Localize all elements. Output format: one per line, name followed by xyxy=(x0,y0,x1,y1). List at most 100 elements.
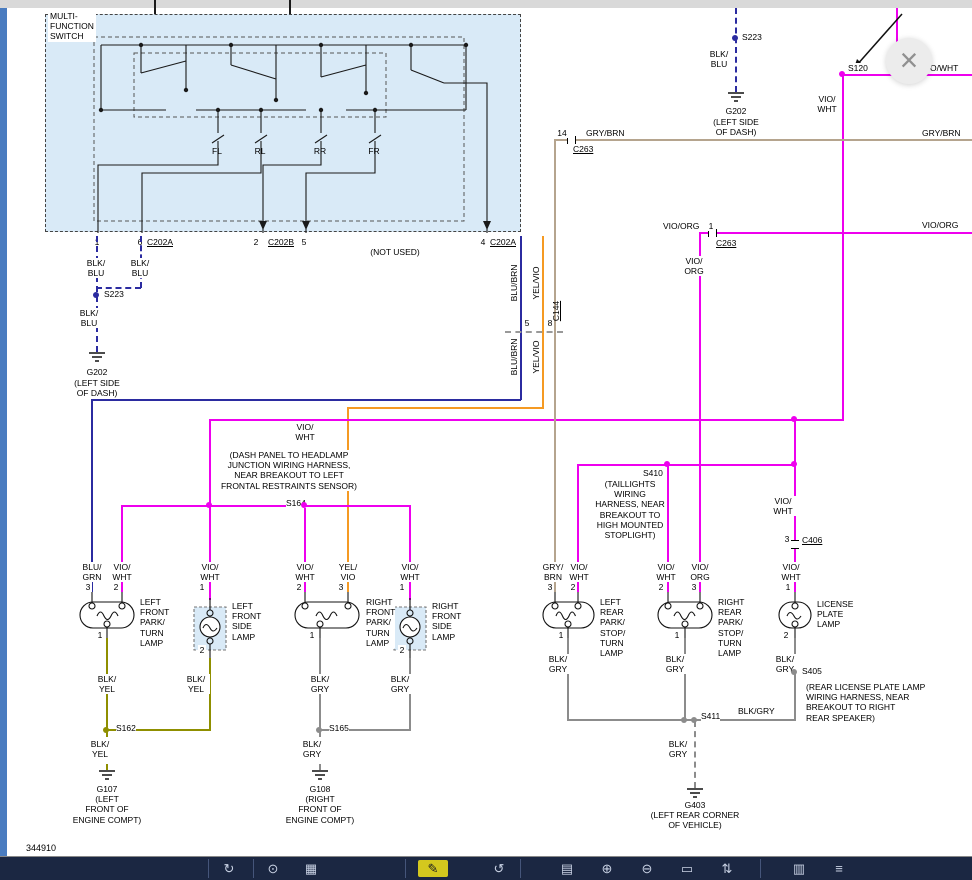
lamp-name-right-front-park-turn: RIGHT FRONT PARK/ TURN LAMP xyxy=(366,597,395,648)
rotate-icon[interactable]: ↺ xyxy=(488,860,510,877)
wire-label-blkgry-h: BLK/GRY xyxy=(738,706,775,716)
junction-dot xyxy=(681,717,687,723)
ground-label-g202: G202 xyxy=(77,367,117,377)
wire-label-viowht: VIO/ WHT xyxy=(653,562,679,582)
lamp-name-right-rear: RIGHT REAR PARK/ STOP/ TURN LAMP xyxy=(718,597,744,658)
wire-label-vioorg-down: VIO/ ORG xyxy=(681,256,707,276)
splice-dot-s165 xyxy=(316,727,322,733)
splice-dot-s120 xyxy=(839,71,845,77)
connector-c144: C144 xyxy=(551,289,561,333)
connector-c202a: C202A xyxy=(147,237,173,247)
wire-grybrn-h-b xyxy=(576,139,972,141)
splice-label-s223-right: S223 xyxy=(742,32,762,42)
doc-number: 344910 xyxy=(26,843,56,853)
connector-c263-a: C263 xyxy=(573,144,593,154)
wire-label-blkyel: BLK/ YEL xyxy=(182,674,210,694)
zoom-out-icon[interactable]: ⊖ xyxy=(636,860,658,877)
switch-top-stub xyxy=(154,0,156,14)
lamp-pin: 2 xyxy=(569,582,577,592)
close-button[interactable]: × xyxy=(886,38,932,84)
lamp-left-front-park-turn xyxy=(77,592,137,638)
splice-label-s162: S162 xyxy=(116,723,136,733)
pin-3-c406: 3 xyxy=(783,534,791,544)
wire-label-blkblu: BLK/ BLU xyxy=(83,258,109,278)
lamp-pin: 1 xyxy=(398,582,406,592)
wire-viowht-main-v xyxy=(842,74,844,420)
wire-label-viowht: VIO/ WHT xyxy=(814,94,840,114)
splice-label-s165: S165 xyxy=(329,723,349,733)
wire-label-grybrn: GRY/ BRN xyxy=(540,562,566,582)
wire-label-blkblu: BLK/ BLU xyxy=(706,49,732,69)
ground-label-g107: G107 (LEFT FRONT OF ENGINE COMPT) xyxy=(57,784,157,825)
connector-c263-tick xyxy=(575,136,576,144)
connector-c202a-2: C202A xyxy=(490,237,516,247)
ground-location-g202: (LEFT SIDE OF DASH) xyxy=(67,378,127,398)
wire-label-yelvio: YEL/VIO xyxy=(531,335,541,379)
refresh-icon[interactable]: ↻ xyxy=(218,860,240,877)
pin-2: 2 xyxy=(251,237,261,247)
wire-label-yelvio: YEL/ VIO xyxy=(334,562,362,582)
menu-icon[interactable]: ≡ xyxy=(828,860,850,877)
wire-label-vioorg: VIO/ ORG xyxy=(687,562,713,582)
wire-label-vioorg: VIO/ORG xyxy=(663,221,699,231)
scroll-icon[interactable]: ⇅ xyxy=(716,860,738,877)
crop-icon[interactable]: ▦ xyxy=(300,860,322,877)
wire-viowht-s164-drop xyxy=(209,419,211,507)
splice-label-s410: S410 xyxy=(643,468,663,478)
wire-blkyel-lfside xyxy=(209,658,211,731)
lamp-name-left-front-side: LEFT FRONT SIDE LAMP xyxy=(232,601,261,642)
contact-label-fl: FL xyxy=(207,146,227,156)
ground-symbol-g202-right xyxy=(725,92,747,106)
pin-1-c263: 1 xyxy=(707,221,715,231)
lamp-pin: 2 xyxy=(295,582,303,592)
connector-c406-tick xyxy=(791,540,799,541)
splice-dot-s223-left xyxy=(93,292,99,298)
lamp-right-front-park-turn xyxy=(292,592,362,638)
wire-label-grybrn-edge: GRY/BRN xyxy=(922,128,961,138)
pages-icon[interactable]: ▥ xyxy=(788,860,810,877)
lamp-left-rear-park-stop-turn xyxy=(541,592,596,638)
switch-top-stub xyxy=(289,0,291,14)
wire-grybrn-h-a xyxy=(554,139,568,141)
lamp-pin: 1 xyxy=(198,582,206,592)
window-left-strip xyxy=(0,8,7,857)
print-icon[interactable]: ▤ xyxy=(556,860,578,877)
ground-label-g202-right: G202 xyxy=(716,106,756,116)
pin-4: 4 xyxy=(478,237,488,247)
wire-blkgry-lic xyxy=(794,638,796,721)
wire-viowht-rear-drop xyxy=(794,419,796,465)
connector-c202b: C202B xyxy=(268,237,294,247)
wire-label-viowht: VIO/ WHT xyxy=(396,562,424,582)
target-icon[interactable]: ⊙ xyxy=(262,860,284,877)
ground-location-g202-right: (LEFT SIDE OF DASH) xyxy=(706,117,766,137)
highlight-icon[interactable]: ✎ xyxy=(418,860,448,877)
splice-dot-s411 xyxy=(691,717,697,723)
wire-label-grybrn: GRY/BRN xyxy=(586,128,625,138)
fit-page-icon[interactable]: ▭ xyxy=(676,860,698,877)
wire-label-viowht: VIO/ WHT xyxy=(566,562,592,582)
wire-label-blubrn: BLU/BRN xyxy=(509,335,519,379)
lamp-pin: 1 xyxy=(557,630,565,640)
lamp-pin: 1 xyxy=(784,582,792,592)
wire-label-viowht: VIO/ WHT xyxy=(778,562,804,582)
wire-blkgry-rfside xyxy=(409,658,411,731)
zoom-in-icon[interactable]: ⊕ xyxy=(596,860,618,877)
splice-dot-s405 xyxy=(791,669,797,675)
lamp-name-license-plate: LICENSE PLATE LAMP xyxy=(817,599,853,630)
window-top-strip xyxy=(0,0,972,8)
wire-vioorg-h-b xyxy=(717,232,972,234)
wire-blubrn-h xyxy=(91,399,521,401)
lamp-pin: 2 xyxy=(657,582,665,592)
toolbar-separator xyxy=(208,859,209,878)
switch-title: MULTI- FUNCTION SWITCH xyxy=(48,11,96,42)
ground-symbol-g107 xyxy=(96,770,118,784)
lamp-pin: 3 xyxy=(546,582,554,592)
not-used-label: (NOT USED) xyxy=(340,247,450,257)
pin-5: 5 xyxy=(299,237,309,247)
wire-yelvio-h xyxy=(347,407,544,409)
lamp-right-rear-park-stop-turn xyxy=(655,592,715,638)
wire-viowht-lfside xyxy=(209,505,211,600)
connector-c406: C406 xyxy=(802,535,822,545)
toolbar-separator xyxy=(253,859,254,878)
wire-label-blkyel: BLK/ YEL xyxy=(93,674,121,694)
